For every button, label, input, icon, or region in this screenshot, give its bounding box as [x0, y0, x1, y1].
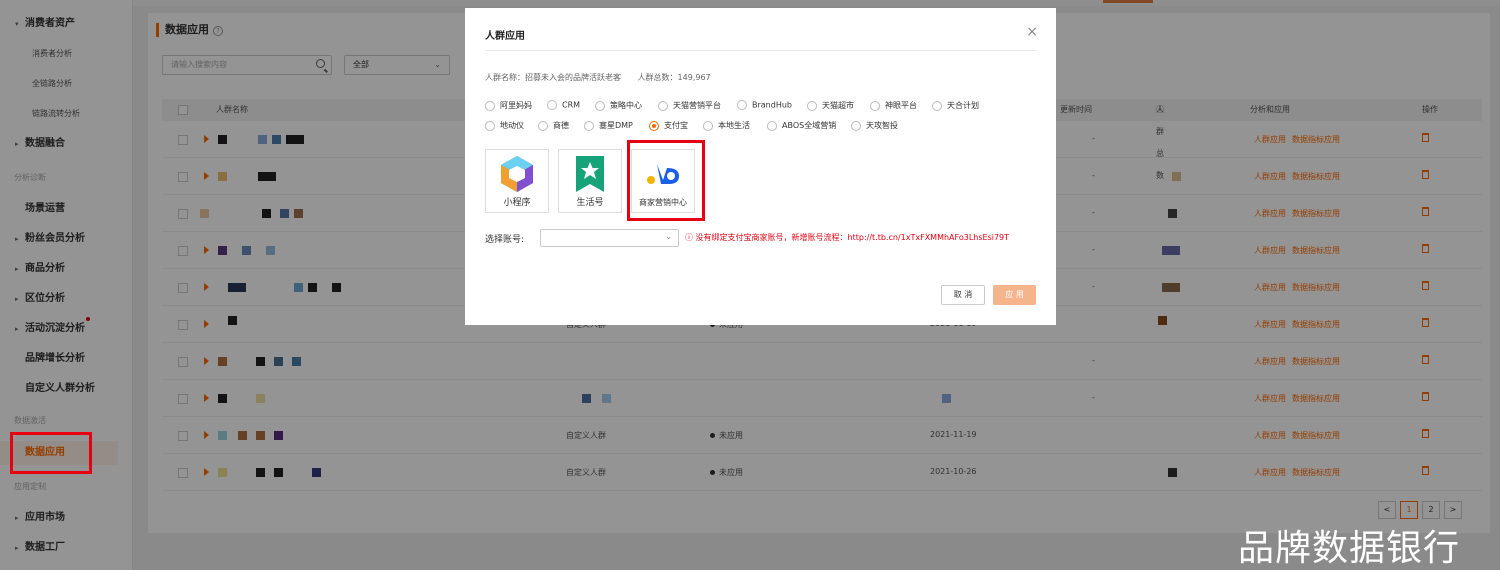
chevron-down-icon: ⌄ — [665, 232, 672, 241]
radio-circle[interactable] — [485, 100, 495, 111]
radio-didongyi[interactable]: 地动仪 — [485, 120, 524, 131]
app-card-life-account[interactable]: 生活号 — [558, 149, 622, 213]
radio-circle[interactable] — [485, 120, 495, 131]
modal-title: 人群应用 — [485, 31, 525, 42]
radio-circle[interactable] — [807, 100, 817, 111]
radio-circle[interactable] — [767, 120, 777, 131]
miniprogram-icon — [501, 156, 533, 192]
crowd-meta: 人群名称：招募未入会的品牌活跃老客 人群总数：149,967 — [485, 72, 725, 83]
radio-crm[interactable]: CRM — [547, 100, 580, 110]
crowd-total: 人群总数：149,967 — [637, 73, 711, 82]
highlight-box — [10, 432, 92, 474]
radio-circle[interactable] — [547, 100, 557, 110]
radio-alipay[interactable]: 支付宝 — [649, 120, 688, 131]
life-account-icon — [576, 156, 604, 192]
close-icon[interactable]: × — [1026, 24, 1038, 40]
radio-tianhe[interactable]: 天合计划 — [932, 100, 979, 111]
account-select[interactable]: ⌄ — [540, 229, 679, 247]
radio-circle[interactable] — [703, 120, 713, 131]
radio-tmall-supermarket[interactable]: 天猫超市 — [807, 100, 854, 111]
radio-tiangong[interactable]: 天攻智投 — [851, 120, 898, 131]
radio-local-life[interactable]: 本地生活 — [703, 120, 750, 131]
crowd-name: 人群名称：招募未入会的品牌活跃老客 — [485, 73, 621, 82]
apply-button[interactable]: 应 用 — [993, 285, 1036, 305]
radio-shangde[interactable]: 商德 — [538, 120, 569, 131]
app-card-miniprogram[interactable]: 小程序 — [485, 149, 549, 213]
radio-circle[interactable] — [851, 120, 861, 131]
account-label: 选择账号: — [485, 235, 525, 245]
radio-circle[interactable] — [737, 100, 747, 110]
highlight-box — [627, 140, 705, 221]
crowd-apply-modal: 人群应用 × 人群名称：招募未入会的品牌活跃老客 人群总数：149,967 阿里… — [465, 8, 1056, 325]
radio-tmall-marketing[interactable]: 天猫营销平台 — [658, 100, 721, 111]
radio-alimama[interactable]: 阿里妈妈 — [485, 100, 532, 111]
cancel-button[interactable]: 取 消 — [941, 285, 985, 305]
radio-dmp[interactable]: 塞星DMP — [584, 120, 633, 131]
warning-text[interactable]: ⓘ 没有绑定支付宝商家账号，新增账号流程：http://t.tb.cn/1xTx… — [685, 232, 1009, 243]
radio-circle[interactable] — [584, 120, 594, 131]
radio-circle[interactable] — [595, 100, 605, 111]
radio-circle[interactable] — [932, 100, 942, 111]
watermark: 品牌数据银行 — [1238, 528, 1461, 569]
radio-abos[interactable]: ABOS全域营销 — [767, 120, 836, 131]
radio-circle[interactable] — [649, 120, 659, 131]
radio-shenjing[interactable]: 神眼平台 — [870, 100, 917, 111]
radio-circle[interactable] — [870, 100, 880, 111]
radio-brandhub[interactable]: BrandHub — [737, 100, 792, 110]
radio-strategy-center[interactable]: 策略中心 — [595, 100, 642, 111]
radio-circle[interactable] — [658, 100, 668, 111]
divider — [485, 50, 1036, 51]
radio-circle[interactable] — [538, 120, 548, 131]
